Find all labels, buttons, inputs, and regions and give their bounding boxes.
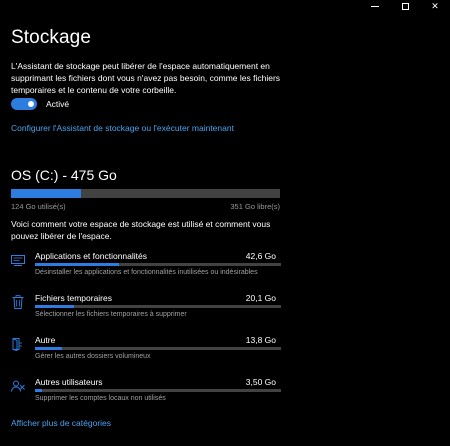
maximize-button[interactable] [390,0,420,12]
toggle-knob [28,101,34,107]
category-temp-files[interactable]: Fichiers temporaires 20,1 Go Sélectionne… [11,293,281,327]
close-icon: ✕ [431,0,439,11]
category-size: 3,50 Go [245,377,276,387]
category-name: Fichiers temporaires [35,293,112,303]
category-bar [35,305,281,308]
storage-sense-toggle-row: Activé [11,98,69,110]
maximize-icon [401,2,409,10]
category-size: 13,8 Go [245,335,276,345]
drive-usage-bar [11,189,280,198]
category-name: Applications et fonctionnalités [35,251,147,261]
category-name: Autres utilisateurs [35,377,103,387]
folder-icon [11,337,25,352]
configure-storage-sense-link[interactable]: Configurer l'Assistant de stockage ou l'… [11,123,234,133]
category-bar [35,263,281,266]
category-other[interactable]: Autre 13,8 Go Gérer les autres dossiers … [11,335,281,369]
page-title: Stockage [11,27,92,48]
category-description: Sélectionner les fichiers temporaires à … [35,311,187,318]
drive-title: OS (C:) - 475 Go [11,167,117,183]
category-description: Gérer les autres dossiers volumineux [35,353,151,360]
trash-icon [11,295,25,309]
drive-free-label: 351 Go libre(s) [230,202,280,211]
category-bar-fill [35,347,63,350]
show-more-categories-link[interactable]: Afficher plus de catégories [11,418,111,428]
category-bar-fill [35,263,119,266]
category-description: Désinstaller les applications et fonctio… [35,269,258,276]
storage-sense-toggle[interactable] [11,98,37,110]
storage-intro-text: Voici comment votre espace de stockage e… [11,219,271,241]
window-controls: ✕ [360,0,450,12]
category-other-users[interactable]: Autres utilisateurs 3,50 Go Supprimer le… [11,377,281,411]
close-button[interactable]: ✕ [420,0,450,12]
category-description: Supprimer les comptes locaux non utilisé… [35,395,166,402]
storage-sense-description: L'Assistant de stockage peut libérer de … [11,61,281,95]
apps-icon [11,253,25,267]
category-apps[interactable]: Applications et fonctionnalités 42,6 Go … [11,251,281,285]
category-size: 42,6 Go [245,251,276,261]
category-size: 20,1 Go [245,293,276,303]
users-icon [11,379,25,393]
drive-usage-fill [11,189,82,198]
category-bar [35,347,281,350]
category-name: Autre [35,335,56,345]
category-bar [35,389,281,392]
category-bar-fill [35,305,75,308]
drive-used-label: 124 Go utilisé(s) [11,202,66,211]
minimize-button[interactable] [360,0,390,12]
minimize-icon [371,5,379,7]
category-bar-fill [35,389,42,392]
toggle-label: Activé [46,99,70,109]
